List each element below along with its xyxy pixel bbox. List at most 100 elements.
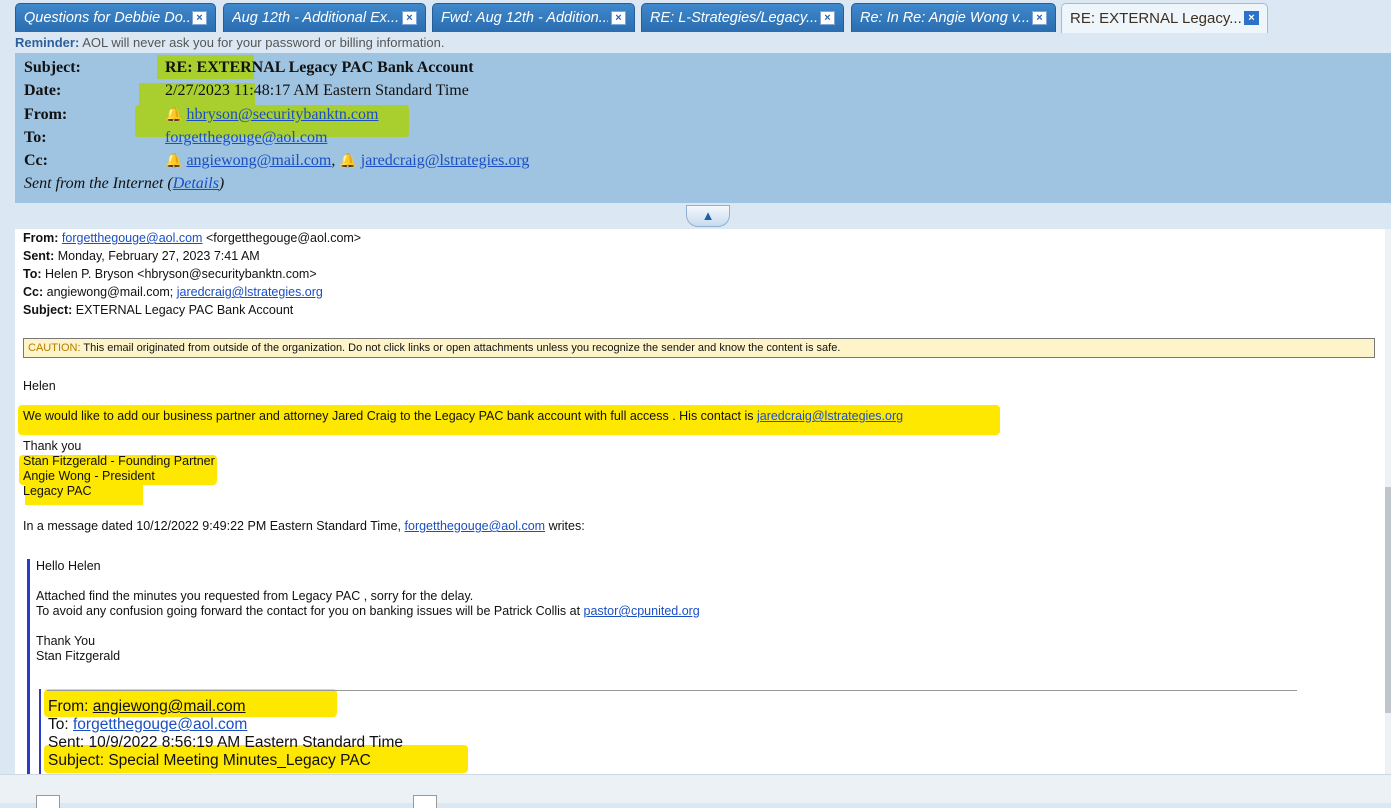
tab-bar: Questions for Debbie Do... × Aug 12th - … [0,0,1391,33]
quoted-thanks: Thank You [36,634,96,648]
forward-to-line: To: Helen P. Bryson <hbryson@securityban… [23,267,317,281]
signature-line: Angie Wong - President [23,469,155,483]
field-label: Cc: [23,285,44,299]
reminder-label: Reminder: [15,35,80,50]
nested-subject-value: Special Meeting Minutes_Legacy PAC [108,752,371,769]
forward-from-line: From: forgetthegouge@aol.com <forgettheg… [23,231,361,245]
greeting: Helen [23,379,56,393]
jared-email-link[interactable]: jaredcraig@lstrategies.org [757,409,903,423]
tab-label: RE: L-Strategies/Legacy... [650,10,817,26]
forward-subject-value: EXTERNAL Legacy PAC Bank Account [75,303,294,317]
from-address-link[interactable]: hbryson@securitybanktn.com [186,106,378,123]
to-label: To: [24,129,47,146]
date-label: Date: [24,82,62,99]
tab-angie-wong[interactable]: Re: In Re: Angie Wong v.... × [851,3,1056,32]
tab-label: Re: In Re: Angie Wong v.... [860,10,1029,26]
to-address-link[interactable]: forgetthegouge@aol.com [165,129,327,146]
quote-sender-link[interactable]: forgetthegouge@aol.com [405,519,546,533]
field-label: To: [23,267,42,281]
forward-cc-line: Cc: angiewong@mail.com; jaredcraig@lstra… [23,285,323,299]
forward-sent-value: Monday, February 27, 2023 7:41 AM [57,249,260,263]
signature-line: Legacy PAC [23,484,92,498]
quote-intro-suffix: writes: [548,519,585,533]
header-sent-from-row: Sent from the Internet (Details) [24,175,224,197]
field-label: From: [23,231,59,245]
forward-from-rest: <forgetthegouge@aol.com> [205,231,362,245]
body-paragraph: We would like to add our business partne… [23,409,903,423]
forward-subject-line: Subject: EXTERNAL Legacy PAC Bank Accoun… [23,303,293,317]
message-body: From: forgetthegouge@aol.com <forgettheg… [15,229,1385,774]
scrollbar-thumb[interactable] [1385,487,1391,713]
nested-to-line: To: forgetthegouge@aol.com [48,716,247,734]
close-icon[interactable]: × [192,11,207,25]
nested-subject-line: Subject: Special Meeting Minutes_Legacy … [48,752,371,770]
close-icon[interactable]: × [402,11,417,25]
forward-from-link[interactable]: forgetthegouge@aol.com [62,231,203,245]
quoted-greeting: Hello Helen [36,559,101,573]
quote-bar [27,559,30,774]
nested-sent-value: 10/9/2022 8:56:19 AM Eastern Standard Ti… [88,734,404,751]
caution-text: This email originated from outside of th… [83,342,841,354]
tab-fwd-aug-12th[interactable]: Fwd: Aug 12th - Addition... × [432,3,635,32]
attachments-bar [0,774,1391,808]
tab-label: Fwd: Aug 12th - Addition... [441,10,608,26]
bell-icon[interactable]: 🔔 [165,154,182,169]
body-paragraph-text: We would like to add our business partne… [23,409,754,423]
cc-separator: , [331,152,336,169]
subject-value: RE: EXTERNAL Legacy PAC Bank Account [165,59,474,76]
forward-to-value: Helen P. Bryson <hbryson@securitybanktn.… [45,267,317,281]
thanks-line: Thank you [23,439,82,453]
quoted-line-text: To avoid any confusion going forward the… [36,604,581,618]
nested-to-link[interactable]: forgetthegouge@aol.com [73,716,247,733]
cc-label: Cc: [24,152,48,169]
bell-icon[interactable]: 🔔 [165,108,182,123]
reminder-text: AOL will never ask you for your password… [82,35,445,50]
quoted-signature: Stan Fitzgerald [36,649,121,663]
tab-l-strategies[interactable]: RE: L-Strategies/Legacy... × [641,3,844,32]
divider [47,690,1297,691]
collapse-header-button[interactable]: ▲ [686,205,730,227]
tab-questions-for-debbie[interactable]: Questions for Debbie Do... × [15,3,216,32]
sent-from-text: Sent from the Internet ( [24,175,173,192]
forward-cc-link[interactable]: jaredcraig@lstrategies.org [177,285,323,299]
details-link[interactable]: Details [173,175,219,192]
quote-intro-text: In a message dated 10/12/2022 9:49:22 PM… [23,519,402,533]
tab-aug-12th-additional[interactable]: Aug 12th - Additional Ex... × [223,3,426,32]
nested-from-line: From: angiewong@mail.com [48,698,246,716]
from-label: From: [24,106,68,123]
tab-label: Questions for Debbie Do... [24,10,189,26]
reminder-bar: Reminder: AOL will never ask you for you… [15,35,444,50]
field-label: Subject: [48,752,105,769]
signature-line: Stan Fitzgerald - Founding Partner [23,454,215,468]
cc-address-link[interactable]: angiewong@mail.com [186,152,331,169]
field-label: Subject: [23,303,73,317]
nested-from-link[interactable]: angiewong@mail.com [93,698,246,715]
quoted-line: To avoid any confusion going forward the… [36,604,700,618]
close-icon[interactable]: × [611,11,626,25]
caution-banner: CAUTION: This email originated from outs… [23,338,1375,358]
quoted-line: Attached find the minutes you requested … [36,589,474,603]
nested-sent-line: Sent: 10/9/2022 8:56:19 AM Eastern Stand… [48,734,403,752]
caution-label: CAUTION: [28,342,81,354]
close-icon[interactable]: × [1244,11,1259,25]
forward-sent-line: Sent: Monday, February 27, 2023 7:41 AM [23,249,260,263]
quote-bar [39,689,41,774]
tab-external-legacy[interactable]: RE: EXTERNAL Legacy... × [1061,3,1268,33]
date-value: 2/27/2023 11:48:17 AM Eastern Standard T… [165,82,469,99]
sent-from-suffix: ) [218,175,225,192]
field-label: To: [48,716,69,733]
chevron-up-icon: ▲ [701,208,715,223]
subject-label: Subject: [24,59,81,76]
scrollbar[interactable] [1385,229,1391,774]
field-label: Sent: [48,734,85,751]
field-label: Sent: [23,249,55,263]
quote-intro: In a message dated 10/12/2022 9:49:22 PM… [23,519,585,533]
close-icon[interactable]: × [1032,11,1047,25]
close-icon[interactable]: × [820,11,835,25]
forward-cc-value: angiewong@mail.com; [46,285,174,299]
bell-icon[interactable]: 🔔 [339,154,356,169]
cc-address-link[interactable]: jaredcraig@lstrategies.org [361,152,530,169]
tab-label: RE: EXTERNAL Legacy... [1070,10,1241,27]
pastor-email-link[interactable]: pastor@cpunited.org [584,604,700,618]
message-header: Subject: RE: EXTERNAL Legacy PAC Bank Ac… [15,53,1391,203]
